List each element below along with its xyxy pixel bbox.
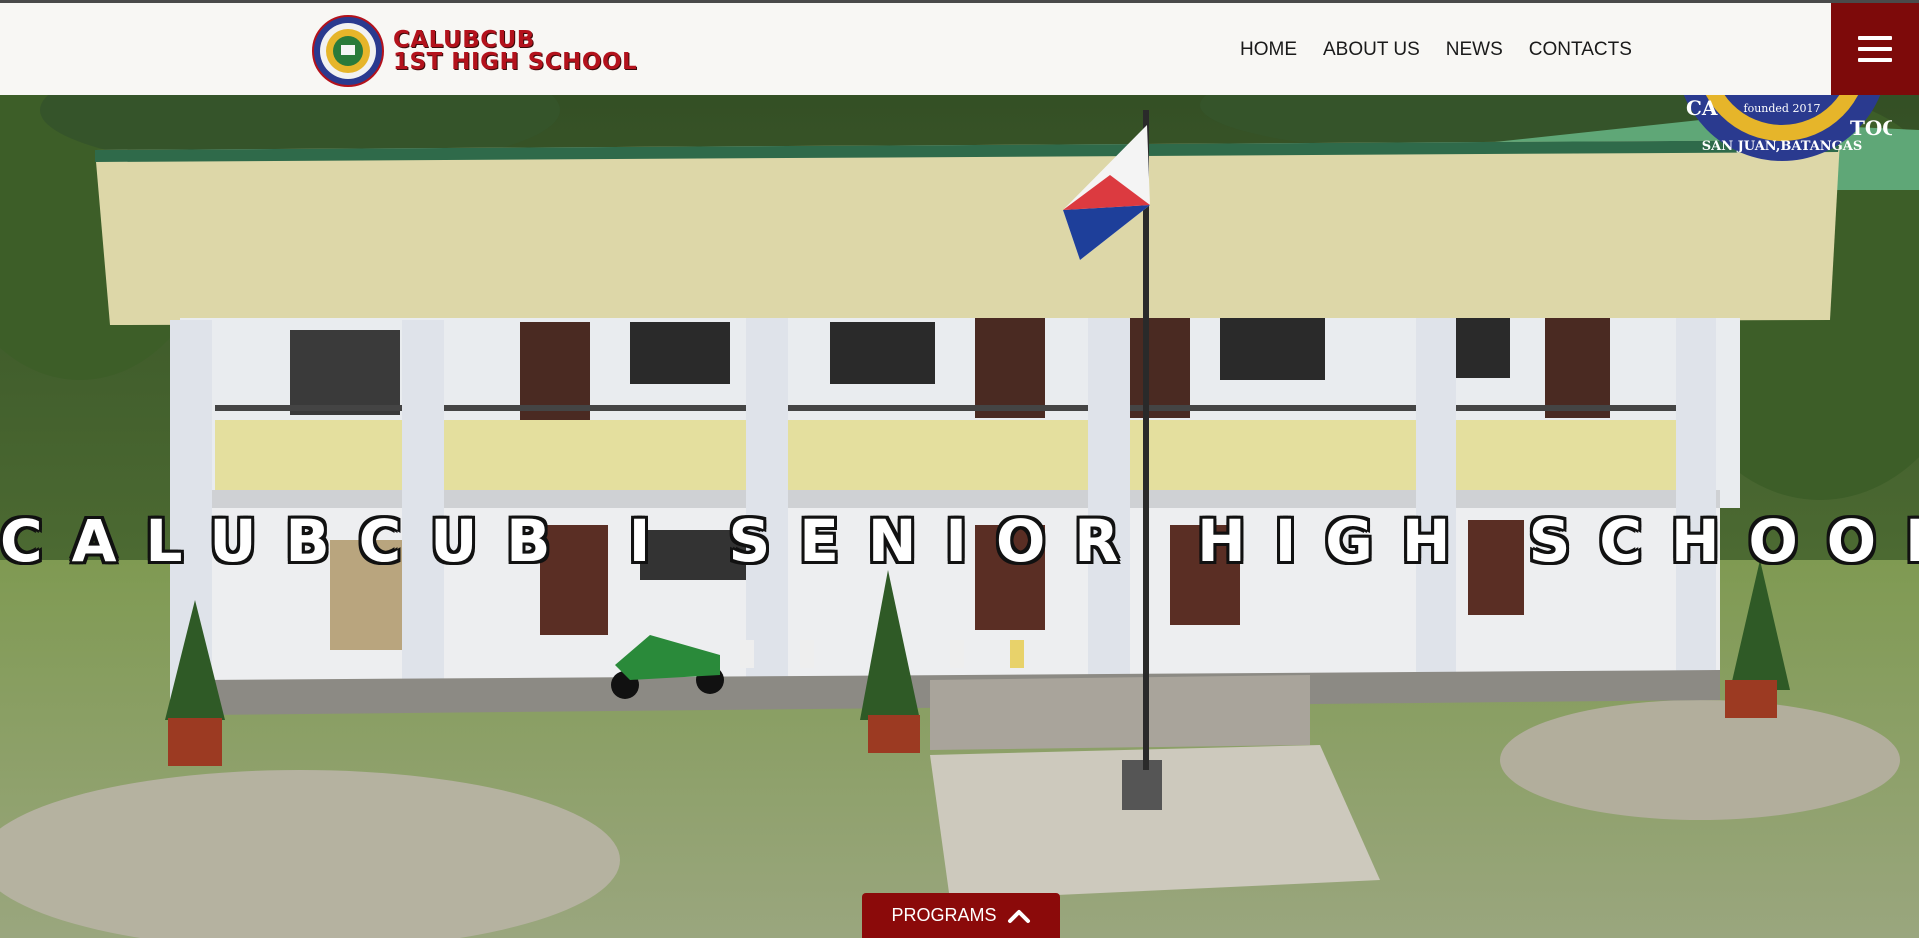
seal-partial-right-text: TOO <box>1850 116 1892 140</box>
school-logo[interactable] <box>312 15 384 87</box>
hero-photo <box>0 0 1919 938</box>
top-border <box>0 0 1919 3</box>
seal-partial-left-text: CA <box>1686 96 1718 120</box>
site-header: CALUBCUB 1ST HIGH SCHOOL HOME ABOUT US N… <box>0 3 1919 95</box>
nav-news[interactable]: NEWS <box>1446 39 1503 61</box>
programs-button[interactable]: PROGRAMS <box>862 893 1060 938</box>
nav-about-us[interactable]: ABOUT US <box>1323 39 1420 61</box>
main-nav: HOME ABOUT US NEWS CONTACTS <box>1240 39 1632 61</box>
programs-label: PROGRAMS <box>891 905 997 925</box>
brand-name[interactable]: CALUBCUB 1ST HIGH SCHOOL <box>393 27 638 75</box>
chevron-up-icon <box>1007 909 1030 923</box>
nav-contacts[interactable]: CONTACTS <box>1529 39 1632 61</box>
hero-title: CALUBCUB I SENIOR HIGH SCHOOL <box>0 507 1919 575</box>
brand-line-1: CALUBCUB <box>393 27 535 53</box>
menu-button[interactable] <box>1831 3 1919 95</box>
nav-home[interactable]: HOME <box>1240 39 1297 61</box>
brand-line-2: 1ST HIGH SCHOOL <box>393 49 638 75</box>
hero-banner <box>0 0 1919 938</box>
seal-location-text: SAN JUAN,BATANGAS <box>1702 139 1863 154</box>
seal-founded-text: founded 2017 <box>1744 102 1821 115</box>
